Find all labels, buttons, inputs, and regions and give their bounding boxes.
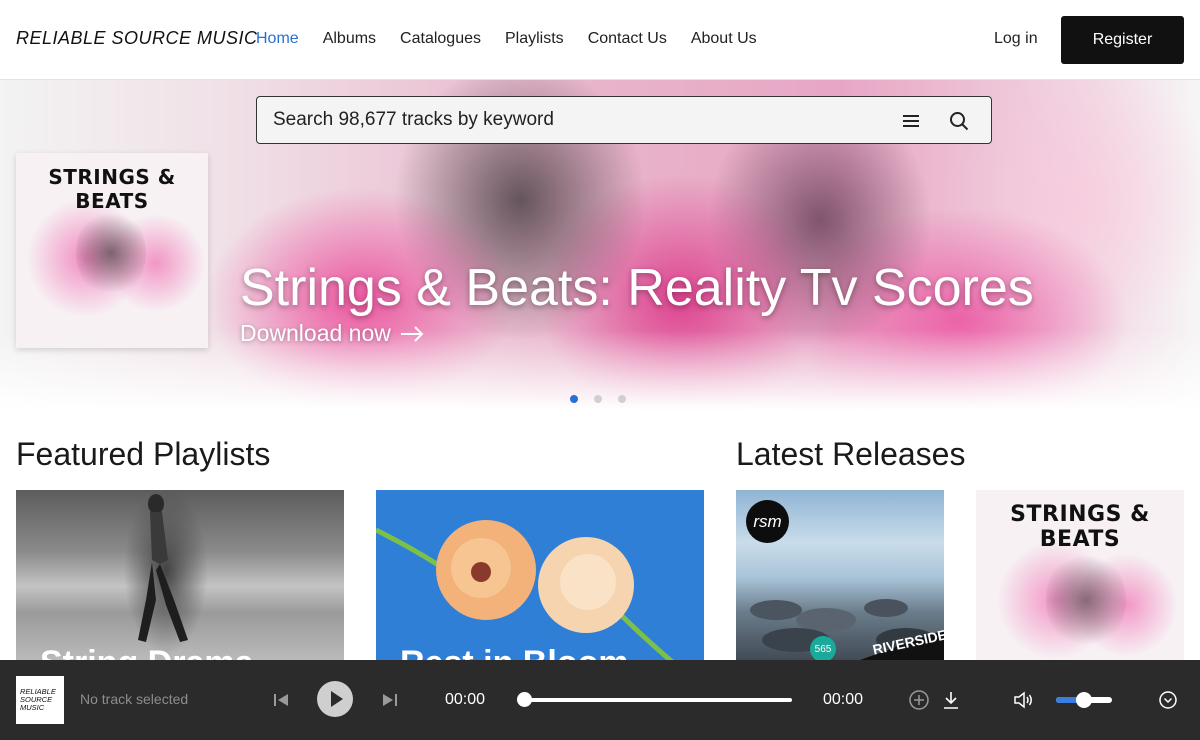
nav-playlists[interactable]: Playlists — [505, 30, 564, 48]
volume-handle[interactable] — [1076, 692, 1092, 708]
nav-home[interactable]: Home — [256, 30, 299, 48]
progress-bar[interactable] — [524, 698, 792, 702]
hero-title: Strings & Beats: Reality Tv Scores — [240, 259, 1034, 317]
site-logo[interactable]: RELIABLE SOURCE MUSIC — [16, 28, 258, 49]
carousel-dot-2[interactable] — [594, 395, 602, 403]
dancer-figure — [138, 494, 188, 642]
rsm-badge: rsm — [746, 500, 789, 543]
search-input[interactable] — [273, 97, 873, 143]
play-button[interactable] — [317, 681, 353, 717]
hero-download-link[interactable]: Download now — [240, 320, 425, 347]
next-track-icon[interactable] — [381, 691, 399, 709]
player-track-title: No track selected — [80, 691, 189, 707]
player-logo: RELIABLE SOURCE MUSIC — [16, 676, 64, 724]
duration-time: 00:00 — [823, 691, 864, 708]
carousel-dot-3[interactable] — [618, 395, 626, 403]
playlist-card[interactable]: Rest in Bloom — [376, 490, 704, 665]
flowers-image — [376, 520, 678, 665]
download-icon[interactable] — [940, 689, 962, 711]
featured-playlists-title: Featured Playlists — [16, 436, 271, 472]
nav-albums[interactable]: Albums — [323, 30, 376, 48]
search-icon[interactable] — [947, 109, 971, 133]
main-nav: Home Albums Catalogues Playlists Contact… — [256, 30, 757, 48]
add-to-playlist-icon[interactable] — [908, 689, 930, 711]
previous-track-icon[interactable] — [272, 691, 290, 709]
hero-album-cover[interactable]: STRINGS & BEATS — [16, 153, 208, 348]
hero-cta-label: Download now — [240, 320, 391, 346]
playlist-card[interactable]: String Drama — [16, 490, 344, 665]
progress-handle[interactable] — [517, 692, 532, 707]
hero-album-title: STRINGS & BEATS — [48, 165, 176, 213]
menu-icon[interactable] — [899, 109, 923, 133]
search-bar — [256, 96, 992, 144]
volume-icon[interactable] — [1012, 689, 1034, 711]
release-number-badge: 565 — [810, 636, 836, 662]
release-card[interactable]: STRINGS & BEATS — [976, 490, 1184, 665]
release-card[interactable]: rsm 565 RIVERSIDE — [736, 490, 944, 665]
release-cover-title: STRINGS & BEATS — [1010, 502, 1150, 552]
chevron-down-circle-icon[interactable] — [1157, 689, 1179, 711]
current-time: 00:00 — [445, 691, 486, 708]
nav-about-us[interactable]: About Us — [691, 30, 757, 48]
nav-catalogues[interactable]: Catalogues — [400, 30, 481, 48]
audio-player: RELIABLE SOURCE MUSIC No track selected … — [0, 660, 1200, 740]
register-button[interactable]: Register — [1061, 16, 1184, 64]
login-link[interactable]: Log in — [994, 30, 1038, 48]
page: RELIABLE SOURCE MUSIC Home Albums Catalo… — [0, 0, 1200, 740]
nav-contact-us[interactable]: Contact Us — [588, 30, 667, 48]
carousel-dots — [570, 395, 626, 403]
play-icon — [331, 691, 343, 707]
latest-releases-title: Latest Releases — [736, 436, 966, 472]
arrow-right-icon — [400, 325, 424, 342]
site-header: RELIABLE SOURCE MUSIC Home Albums Catalo… — [0, 0, 1200, 80]
carousel-dot-1[interactable] — [570, 395, 578, 403]
